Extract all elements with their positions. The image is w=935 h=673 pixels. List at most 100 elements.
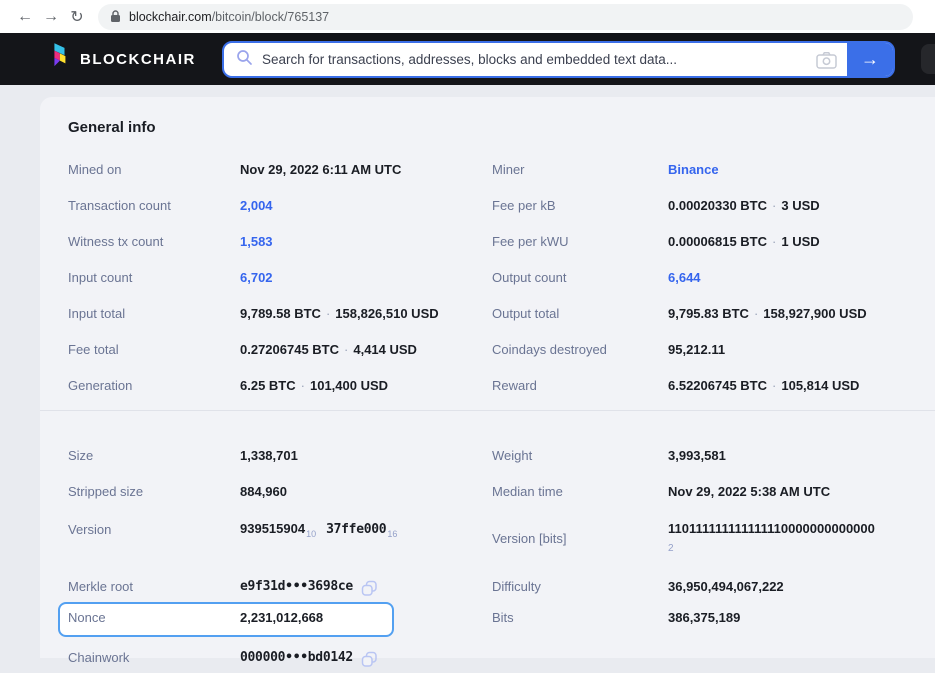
row-value: 000000•••bd0142: [240, 650, 353, 665]
row-label: Merkle root: [68, 579, 240, 594]
row-difficulty: Difficulty 36,950,494,067,222: [492, 571, 935, 602]
row-label: Fee total: [68, 342, 240, 357]
row-output-count: Output count 6,644: [492, 259, 935, 295]
row-label: Chainwork: [68, 650, 240, 665]
search-input[interactable]: [253, 43, 816, 76]
row-value: Nov 29, 2022 5:38 AM UTC: [668, 484, 830, 499]
row-label: Nonce: [68, 610, 240, 625]
row-value: 1,338,701: [240, 448, 298, 463]
search-bar: →: [222, 41, 895, 78]
output-count-link[interactable]: 6,644: [668, 270, 701, 285]
row-merkle-root: Merkle root e9f31d•••3698ce: [68, 571, 492, 602]
row-input-total: Input total 9,789.58 BTC·158,826,510 USD: [68, 295, 492, 331]
row-fee-per-kwu: Fee per kWU 0.00006815 BTC·1 USD: [492, 223, 935, 259]
row-label: Witness tx count: [68, 234, 240, 249]
spacer: [68, 549, 492, 571]
row-value: Nov 29, 2022 6:11 AM UTC: [240, 162, 401, 177]
section-divider: [40, 410, 935, 411]
row-value: 9,789.58 BTC·158,826,510 USD: [240, 306, 439, 321]
general-info-grid: Mined on Nov 29, 2022 6:11 AM UTC Transa…: [68, 151, 935, 403]
copy-icon[interactable]: [361, 651, 378, 668]
separator-dot: ·: [772, 198, 776, 213]
row-label: Output total: [492, 306, 668, 321]
row-value: 110111111111111110000000000000 2: [668, 520, 875, 557]
row-value: 6.25 BTC·101,400 USD: [240, 378, 388, 393]
row-value: 9395159041037ffe00016: [240, 521, 397, 537]
row-median-time: Median time Nov 29, 2022 5:38 AM UTC: [492, 473, 935, 509]
search-icon: [236, 49, 253, 71]
general-info-left-column: Mined on Nov 29, 2022 6:11 AM UTC Transa…: [68, 151, 492, 403]
details-right-column: Weight 3,993,581 Median time Nov 29, 202…: [492, 437, 935, 673]
general-info-right-column: Miner Binance Fee per kB 0.00020330 BTC·…: [492, 151, 935, 403]
base-subscript: 2: [668, 540, 875, 557]
details-grid: Size 1,338,701 Stripped size 884,960 Ver…: [68, 419, 935, 673]
row-label: Bits: [492, 610, 668, 625]
address-bar[interactable]: blockchair.com/bitcoin/block/765137: [98, 4, 913, 30]
lock-icon: [110, 10, 121, 23]
row-label: Version: [68, 522, 240, 537]
row-miner: Miner Binance: [492, 151, 935, 187]
url-path: /bitcoin/block/765137: [212, 10, 329, 24]
row-chainwork: Chainwork 000000•••bd0142: [68, 642, 492, 673]
row-label: Generation: [68, 378, 240, 393]
back-button[interactable]: ←: [12, 8, 38, 26]
separator-dot: ·: [326, 306, 330, 321]
row-nonce: Nonce 2,231,012,668: [68, 602, 492, 633]
blockchair-logo[interactable]: BLOCKCHAIR: [48, 43, 196, 76]
transaction-count-link[interactable]: 2,004: [240, 198, 273, 213]
row-label: Difficulty: [492, 579, 668, 594]
row-transaction-count: Transaction count 2,004: [68, 187, 492, 223]
search-submit-button[interactable]: →: [847, 43, 893, 76]
brand-name: BLOCKCHAIR: [80, 51, 196, 68]
header-edge-button[interactable]: [921, 44, 935, 74]
forward-button[interactable]: →: [38, 8, 64, 26]
row-value: 0.00020330 BTC·3 USD: [668, 198, 820, 213]
miner-link[interactable]: Binance: [668, 162, 719, 177]
row-label: Input count: [68, 270, 240, 285]
blockchair-logo-icon: [48, 43, 70, 76]
row-version-bits: Version [bits] 1101111111111111100000000…: [492, 509, 935, 567]
base-subscript: 16: [387, 529, 397, 539]
row-bits: Bits 386,375,189: [492, 602, 935, 633]
row-coindays-destroyed: Coindays destroyed 95,212.11: [492, 331, 935, 367]
witness-tx-count-link[interactable]: 1,583: [240, 234, 273, 249]
row-witness-tx-count: Witness tx count 1,583: [68, 223, 492, 259]
block-info-card: General info Mined on Nov 29, 2022 6:11 …: [40, 97, 935, 658]
input-count-link[interactable]: 6,702: [240, 270, 273, 285]
row-fee-per-kb: Fee per kB 0.00020330 BTC·3 USD: [492, 187, 935, 223]
row-label: Weight: [492, 448, 668, 463]
row-value: 884,960: [240, 484, 287, 499]
row-label: Coindays destroyed: [492, 342, 668, 357]
row-reward: Reward 6.52206745 BTC·105,814 USD: [492, 367, 935, 403]
row-value: e9f31d•••3698ce: [240, 579, 353, 594]
row-size: Size 1,338,701: [68, 437, 492, 473]
row-mined-on: Mined on Nov 29, 2022 6:11 AM UTC: [68, 151, 492, 187]
row-value: 0.27206745 BTC·4,414 USD: [240, 342, 417, 357]
row-label: Reward: [492, 378, 668, 393]
row-label: Input total: [68, 306, 240, 321]
row-label: Median time: [492, 484, 668, 499]
row-weight: Weight 3,993,581: [492, 437, 935, 473]
row-label: Transaction count: [68, 198, 240, 213]
camera-icon[interactable]: [816, 51, 837, 69]
row-value: 3,993,581: [668, 448, 726, 463]
row-input-count: Input count 6,702: [68, 259, 492, 295]
row-fee-total: Fee total 0.27206745 BTC·4,414 USD: [68, 331, 492, 367]
row-value: 9,795.83 BTC·158,927,900 USD: [668, 306, 867, 321]
row-value: 386,375,189: [668, 610, 740, 625]
row-label: Output count: [492, 270, 668, 285]
reload-button[interactable]: ↻: [64, 7, 90, 27]
row-generation: Generation 6.25 BTC·101,400 USD: [68, 367, 492, 403]
row-stripped-size: Stripped size 884,960: [68, 473, 492, 509]
nonce-value: 2,231,012,668: [240, 610, 323, 625]
row-label: Fee per kWU: [492, 234, 668, 249]
site-header: BLOCKCHAIR →: [0, 33, 935, 85]
base-subscript: 10: [306, 529, 316, 539]
page-background: General info Mined on Nov 29, 2022 6:11 …: [0, 85, 935, 669]
separator-dot: ·: [772, 234, 776, 249]
details-left-column: Size 1,338,701 Stripped size 884,960 Ver…: [68, 437, 492, 673]
browser-chrome: ← → ↻ blockchair.com/bitcoin/block/76513…: [0, 0, 935, 33]
copy-icon[interactable]: [361, 580, 378, 597]
url-host: blockchair.com: [129, 10, 212, 24]
separator-dot: ·: [754, 306, 758, 321]
